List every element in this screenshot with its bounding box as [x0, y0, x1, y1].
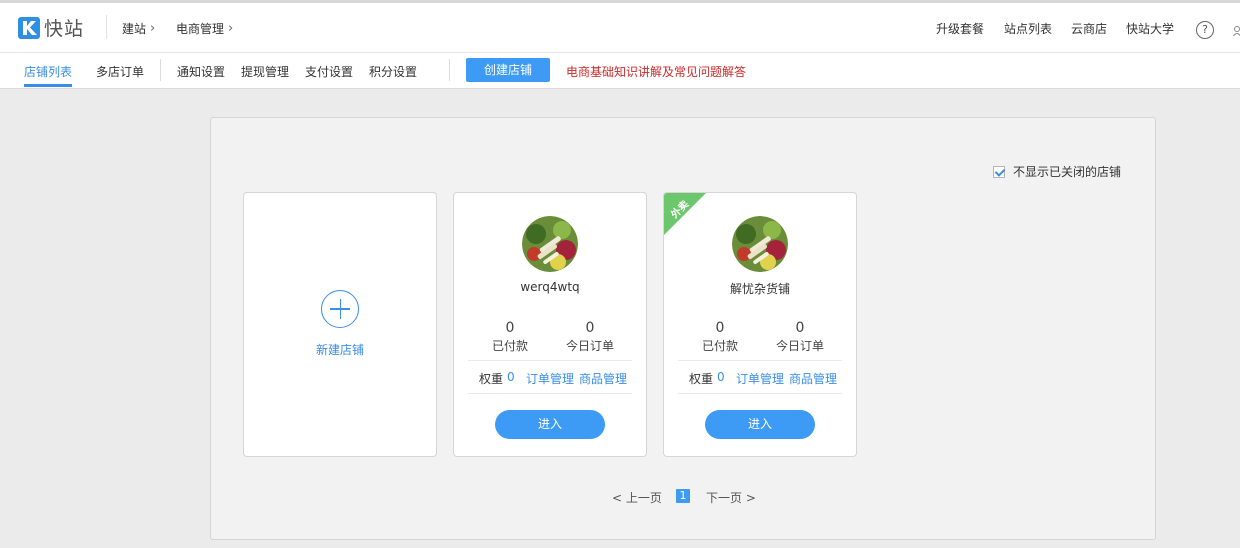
tab-payment-settings[interactable]: 支付设置: [305, 63, 353, 80]
hide-closed-checkbox[interactable]: [993, 165, 1005, 178]
today-orders-label: 今日订单: [565, 339, 614, 353]
weight-label: 权重: [689, 372, 714, 386]
plus-circle-icon: [321, 290, 359, 328]
paid-stat: 0 已付款: [685, 320, 755, 354]
create-store-button[interactable]: 创建店铺: [466, 58, 550, 82]
breadcrumb-ecommerce[interactable]: 电商管理 ›: [176, 20, 233, 37]
order-management-link[interactable]: 订单管理: [526, 370, 574, 387]
breadcrumb-site[interactable]: 建站 ›: [122, 20, 155, 37]
divider: [678, 360, 842, 361]
ecommerce-faq-link[interactable]: 电商基础知识讲解及常见问题解答: [566, 63, 746, 80]
goods-management-link[interactable]: 商品管理: [579, 370, 627, 387]
subnav-divider: [160, 59, 161, 81]
paid-stat: 0 已付款: [475, 320, 545, 354]
active-tab-indicator: [24, 84, 72, 87]
store-name: 解忧杂货铺: [729, 282, 790, 296]
new-store-label: 新建店铺: [315, 343, 364, 357]
tab-withdraw-management[interactable]: 提现管理: [241, 63, 289, 80]
subnav-divider: [449, 59, 450, 81]
site-list-link[interactable]: 站点列表: [1004, 20, 1052, 37]
upgrade-plan-link[interactable]: 升级套餐: [936, 20, 984, 37]
store-card: werq4wtq 0 已付款 0 今日订单 权重 0 订单管理 商品管理 进入: [453, 192, 647, 457]
kuaizhan-university-link[interactable]: 快站大学: [1126, 20, 1174, 37]
store-name: werq4wtq: [520, 280, 580, 294]
paid-count: 0: [715, 320, 725, 336]
weight-label: 权重: [479, 372, 504, 386]
user-icon[interactable]: [1233, 25, 1240, 37]
tab-store-list[interactable]: 店铺列表: [24, 63, 72, 80]
divider: [468, 393, 632, 394]
prev-page-link[interactable]: < 上一页: [612, 489, 662, 506]
breadcrumb-label: 建站: [122, 22, 147, 36]
hide-closed-stores-toggle[interactable]: 不显示已关闭的店铺: [993, 163, 1121, 180]
paid-label: 已付款: [491, 339, 528, 353]
today-orders-stat: 0 今日订单: [765, 320, 835, 354]
logo-text: 快站: [44, 18, 85, 40]
logo-icon: [18, 16, 40, 39]
tab-notification-settings[interactable]: 通知设置: [177, 63, 225, 80]
breadcrumb-label: 电商管理: [176, 22, 225, 36]
enter-store-button[interactable]: 进入: [495, 410, 605, 439]
order-management-link[interactable]: 订单管理: [736, 370, 784, 387]
today-orders-stat: 0 今日订单: [555, 320, 625, 354]
sub-nav: 店铺列表 多店订单 通知设置 提现管理 支付设置 积分设置 创建店铺 电商基础知…: [0, 53, 1240, 89]
weight-value[interactable]: 0: [717, 370, 725, 384]
today-orders-label: 今日订单: [775, 339, 824, 353]
logo[interactable]: 快站: [18, 14, 84, 41]
store-avatar[interactable]: [732, 216, 788, 272]
new-store-card[interactable]: 新建店铺: [243, 192, 437, 457]
today-orders-count: 0: [795, 320, 805, 336]
divider: [468, 360, 632, 361]
store-avatar[interactable]: [522, 216, 578, 272]
next-page-link[interactable]: 下一页 >: [706, 489, 756, 506]
cloud-store-link[interactable]: 云商店: [1071, 20, 1107, 37]
weight-value[interactable]: 0: [507, 370, 515, 384]
chevron-right-icon: ›: [150, 21, 156, 36]
current-page-number[interactable]: 1: [676, 489, 690, 503]
paid-label: 已付款: [701, 339, 738, 353]
paid-count: 0: [505, 320, 515, 336]
tab-multi-store-orders[interactable]: 多店订单: [96, 63, 144, 80]
today-orders-count: 0: [585, 320, 595, 336]
chevron-right-icon: ›: [228, 21, 234, 36]
top-bar: 快站 建站 › 电商管理 › 升级套餐 站点列表 云商店 快站大学 ?: [0, 0, 1240, 53]
goods-management-link[interactable]: 商品管理: [789, 370, 837, 387]
help-icon[interactable]: ?: [1196, 21, 1214, 39]
tab-points-settings[interactable]: 积分设置: [369, 63, 417, 80]
header-divider: [106, 15, 107, 39]
hide-closed-label: 不显示已关闭的店铺: [1013, 165, 1122, 179]
store-card: 外卖 解忧杂货铺 0 已付款 0 今日订单 权重 0 订单管理 商品管理 进入: [663, 192, 857, 457]
enter-store-button[interactable]: 进入: [705, 410, 815, 439]
divider: [678, 393, 842, 394]
